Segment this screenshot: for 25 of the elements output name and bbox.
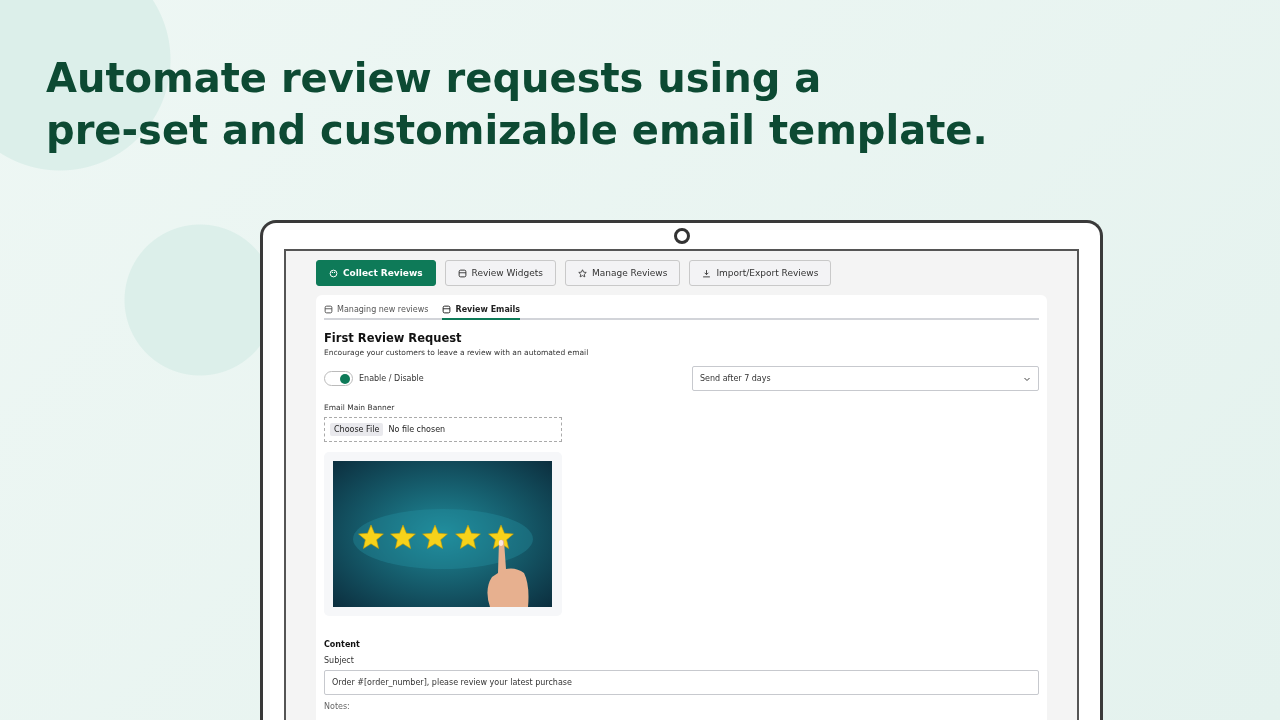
nav-button[interactable]: Collect Reviews <box>316 260 436 286</box>
palette-icon <box>329 268 338 278</box>
tab[interactable]: Managing new reviews <box>324 303 429 320</box>
content-heading: Content <box>324 640 361 649</box>
nav-button[interactable]: Manage Reviews <box>564 260 681 286</box>
star-icon <box>577 268 587 278</box>
toggle-switch[interactable] <box>324 371 353 386</box>
tab[interactable]: Review Emails <box>442 303 521 320</box>
toggle-label: Enable / Disable <box>359 374 424 383</box>
widget-icon <box>442 305 452 314</box>
subject-label: Subject <box>324 656 355 665</box>
choose-file-button[interactable]: Choose File <box>330 423 384 436</box>
section-title: First Review Request <box>324 331 463 345</box>
file-status: No file chosen <box>388 425 446 434</box>
subject-field[interactable]: Order #[order_number], please review your latest purchase <box>324 670 1039 695</box>
file-input[interactable]: Choose File No file chosen <box>324 417 562 442</box>
notes-label: Notes: <box>324 702 351 711</box>
widget-icon <box>324 305 333 314</box>
send-select[interactable]: Send after 7 days <box>692 366 1039 391</box>
nav-button[interactable]: Review Widgets <box>444 260 556 286</box>
camera-icon <box>674 228 690 244</box>
nav-button[interactable]: Import/Export Reviews <box>689 260 832 286</box>
headline: Automate review requests using a pre-set and customizable email template. <box>46 54 989 155</box>
widget-icon <box>457 268 467 278</box>
download-icon <box>702 268 712 278</box>
